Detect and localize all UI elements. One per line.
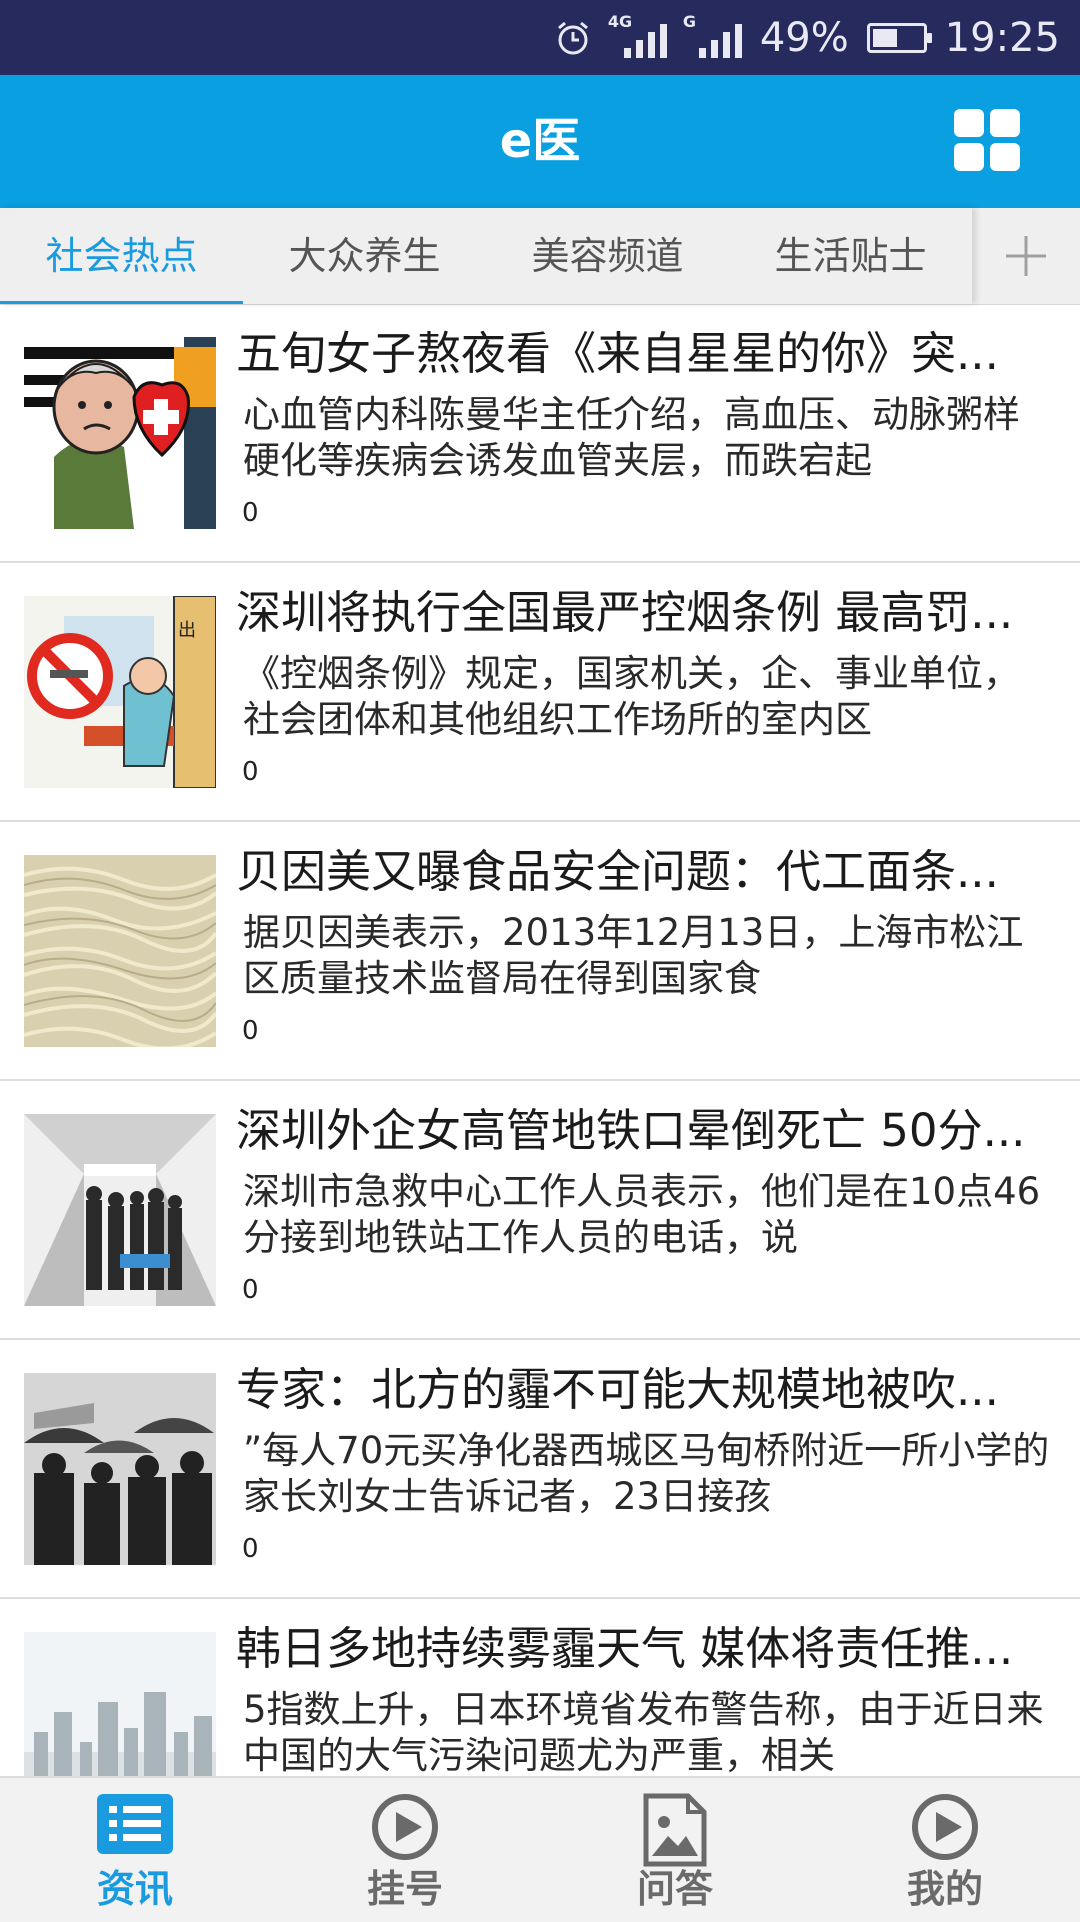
tab-social-hotspots[interactable]: 社会热点 <box>0 208 243 304</box>
list-item[interactable]: 出 深圳将执行全国最严控烟条例 最高罚... 《控烟条例》规定，国家机关，企、事… <box>0 563 1080 822</box>
battery-percent: 49% <box>759 14 849 61</box>
comment-count: 0 <box>242 1275 259 1305</box>
plus-icon[interactable] <box>972 208 1080 304</box>
clock: 19:25 <box>944 14 1060 61</box>
alarm-icon <box>554 19 592 57</box>
list-item[interactable]: 专家：北方的霾不可能大规模地被吹... ”每人70元买净化器西城区马甸桥附近一所… <box>0 1340 1080 1599</box>
svg-text:出: 出 <box>178 620 196 641</box>
nav-label: 问答 <box>636 1867 713 1911</box>
tab-beauty[interactable]: 美容频道 <box>486 208 729 304</box>
article-summary: 《控烟条例》规定，国家机关，企、事业单位，社会团体和其他组织工作场所的室内区 <box>243 652 1020 741</box>
list-item[interactable]: 韩日多地持续雾霾天气 媒体将责任推... 5指数上升，日本环境省发布警告称，由于… <box>0 1599 1080 1776</box>
comment-count: 0 <box>242 757 259 787</box>
article-summary: 5指数上升，日本环境省发布警告称，由于近日来中国的大气污染问题尤为严重，相关 <box>243 1688 1044 1776</box>
article-list: 五旬女子熬夜看《来自星星的你》突... 心血管内科陈曼华主任介绍，高血压、动脉粥… <box>0 304 1080 1776</box>
article-thumbnail <box>24 1114 216 1306</box>
article-title: 贝因美又曝食品安全问题：代工面条... <box>236 845 999 898</box>
list-item[interactable]: 五旬女子熬夜看《来自星星的你》突... 心血管内科陈曼华主任介绍，高血压、动脉粥… <box>0 304 1080 563</box>
article-title: 深圳将执行全国最严控烟条例 最高罚... <box>236 586 1014 639</box>
nav-label: 挂号 <box>366 1867 443 1911</box>
comment-count: 0 <box>242 1534 259 1564</box>
tabs-scroll: 社会热点 大众养生 美容频道 生活贴士 <box>0 208 972 304</box>
article-thumbnail <box>24 337 216 529</box>
signal-4g-icon: 4G <box>608 12 667 58</box>
category-tabs: 社会热点 大众养生 美容频道 生活贴士 <box>0 208 1080 305</box>
list-item[interactable]: 深圳外企女高管地铁口晕倒死亡 50分... 深圳市急救中心工作人员表示，他们是在… <box>0 1081 1080 1340</box>
battery-icon <box>866 22 932 53</box>
nav-mine[interactable]: 我的 <box>810 1778 1080 1922</box>
bottom-nav: 资讯 挂号 问答 我的 <box>0 1776 1080 1922</box>
play-circle-icon <box>910 1792 980 1866</box>
article-summary: 心血管内科陈曼华主任介绍，高血压、动脉粥样硬化等疾病会诱发血管夹层，而跌宕起 <box>243 393 1020 482</box>
nav-label: 我的 <box>906 1867 983 1911</box>
app-header: e医 <box>0 75 1080 208</box>
article-thumbnail <box>24 855 216 1047</box>
status-bar: 4G G 49% 19:25 <box>0 0 1080 75</box>
list-item[interactable]: 贝因美又曝食品安全问题：代工面条... 据贝因美表示，2013年12月13日，上… <box>0 822 1080 1081</box>
article-thumbnail <box>24 1632 216 1776</box>
list-icon <box>95 1792 175 1860</box>
article-summary: 深圳市急救中心工作人员表示，他们是在10点46分接到地铁站工作人员的电话，说 <box>243 1170 1041 1259</box>
article-thumbnail: 出 <box>24 596 216 788</box>
comment-count: 0 <box>242 498 259 528</box>
signal-g-icon: G <box>683 12 742 58</box>
app-title: e医 <box>499 113 581 169</box>
article-title: 深圳外企女高管地铁口晕倒死亡 50分... <box>236 1104 1026 1157</box>
article-title: 专家：北方的霾不可能大规模地被吹... <box>236 1363 999 1416</box>
article-title: 韩日多地持续雾霾天气 媒体将责任推... <box>236 1622 1014 1675</box>
nav-news[interactable]: 资讯 <box>0 1778 270 1922</box>
nav-label: 资讯 <box>96 1867 173 1911</box>
article-thumbnail <box>24 1373 216 1565</box>
article-summary: 据贝因美表示，2013年12月13日，上海市松江区质量技术监督局在得到国家食 <box>243 911 1024 1000</box>
article-summary: ”每人70元买净化器西城区马甸桥附近一所小学的家长刘女士告诉记者，23日接孩 <box>243 1429 1050 1518</box>
tab-health[interactable]: 大众养生 <box>243 208 486 304</box>
nav-qa[interactable]: 问答 <box>540 1778 810 1922</box>
article-title: 五旬女子熬夜看《来自星星的你》突... <box>236 327 999 380</box>
nav-register[interactable]: 挂号 <box>270 1778 540 1922</box>
comment-count: 0 <box>242 1016 259 1046</box>
play-circle-icon <box>370 1792 440 1866</box>
grid-icon[interactable] <box>954 109 1020 171</box>
tab-life-tips[interactable]: 生活贴士 <box>729 208 972 304</box>
